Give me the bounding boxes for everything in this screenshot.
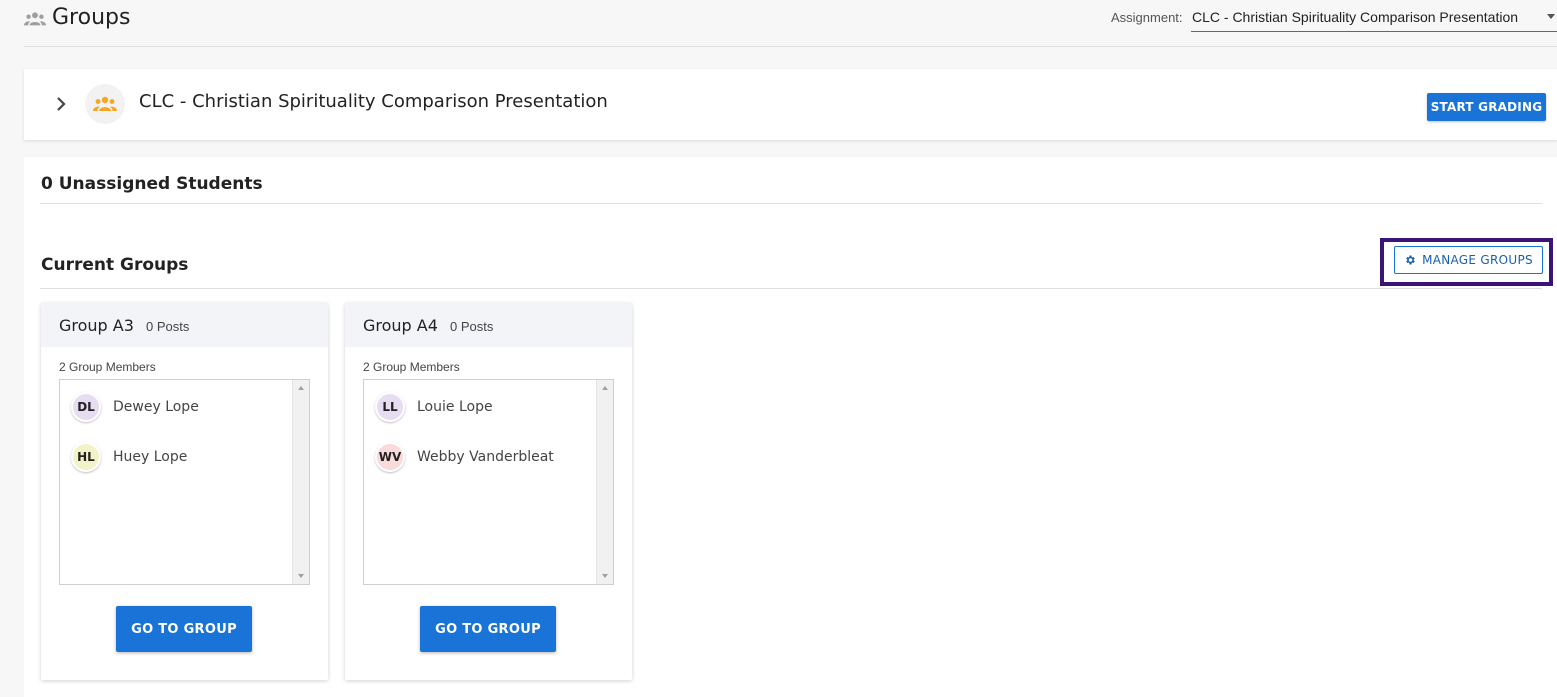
divider: [40, 288, 1542, 289]
member-name: Dewey Lope: [113, 399, 199, 415]
group-name: Group A4: [363, 316, 438, 335]
dropdown-arrow-icon: [1547, 14, 1555, 19]
current-groups-heading: Current Groups: [41, 255, 189, 275]
list-item: HL Huey Lope: [71, 442, 187, 472]
divider: [40, 203, 1542, 204]
scrollbar[interactable]: [596, 380, 613, 584]
avatar: HL: [71, 442, 101, 472]
gear-icon: [1406, 255, 1415, 265]
manage-groups-button[interactable]: MANAGE GROUPS: [1394, 246, 1543, 274]
group-members-count: 2 Group Members: [59, 360, 156, 374]
group-members-list[interactable]: LL Louie Lope WV Webby Vanderbleat: [363, 379, 614, 585]
groups-panel: 0 Unassigned Students Current Groups MAN…: [24, 157, 1557, 697]
group-members-list[interactable]: DL Dewey Lope HL Huey Lope: [59, 379, 310, 585]
top-bar: Groups Assignment: CLC - Christian Spiri…: [24, 0, 1557, 47]
scroll-down-icon[interactable]: [602, 574, 608, 578]
avatar: LL: [375, 392, 405, 422]
group-posts-count: 0 Posts: [450, 319, 494, 334]
scrollbar[interactable]: [292, 380, 309, 584]
member-name: Webby Vanderbleat: [417, 449, 554, 465]
group-card: Group A4 0 Posts 2 Group Members LL Loui…: [345, 303, 632, 680]
go-to-group-button[interactable]: GO TO GROUP: [116, 606, 252, 652]
people-icon: [24, 12, 46, 26]
chevron-right-icon[interactable]: [54, 95, 68, 113]
list-item: DL Dewey Lope: [71, 392, 199, 422]
assignment-select[interactable]: CLC - Christian Spirituality Comparison …: [1191, 2, 1557, 32]
assignment-card: CLC - Christian Spirituality Comparison …: [24, 69, 1557, 140]
page-title: Groups: [52, 5, 131, 30]
scroll-up-icon[interactable]: [298, 386, 304, 390]
go-to-group-button[interactable]: GO TO GROUP: [420, 606, 556, 652]
assignment-select-value: CLC - Christian Spirituality Comparison …: [1192, 9, 1519, 25]
group-card-header: Group A4 0 Posts: [345, 303, 632, 347]
scroll-up-icon[interactable]: [602, 386, 608, 390]
list-item: LL Louie Lope: [375, 392, 493, 422]
list-item: WV Webby Vanderbleat: [375, 442, 554, 472]
group-card-header: Group A3 0 Posts: [41, 303, 328, 347]
avatar: DL: [71, 392, 101, 422]
group-name: Group A3: [59, 316, 134, 335]
scroll-down-icon[interactable]: [298, 574, 304, 578]
unassigned-students-heading: 0 Unassigned Students: [41, 174, 263, 194]
group-card: Group A3 0 Posts 2 Group Members DL Dewe…: [41, 303, 328, 680]
member-name: Louie Lope: [417, 399, 493, 415]
assignment-label: Assignment:: [1111, 10, 1183, 25]
group-members-count: 2 Group Members: [363, 360, 460, 374]
group-badge: [85, 84, 125, 124]
manage-groups-label: MANAGE GROUPS: [1422, 253, 1533, 267]
start-grading-button[interactable]: START GRADING: [1427, 93, 1546, 121]
member-name: Huey Lope: [113, 449, 188, 465]
avatar: WV: [375, 442, 405, 472]
group-icon: [93, 96, 117, 111]
assignment-name: CLC - Christian Spirituality Comparison …: [139, 91, 608, 112]
group-posts-count: 0 Posts: [146, 319, 190, 334]
